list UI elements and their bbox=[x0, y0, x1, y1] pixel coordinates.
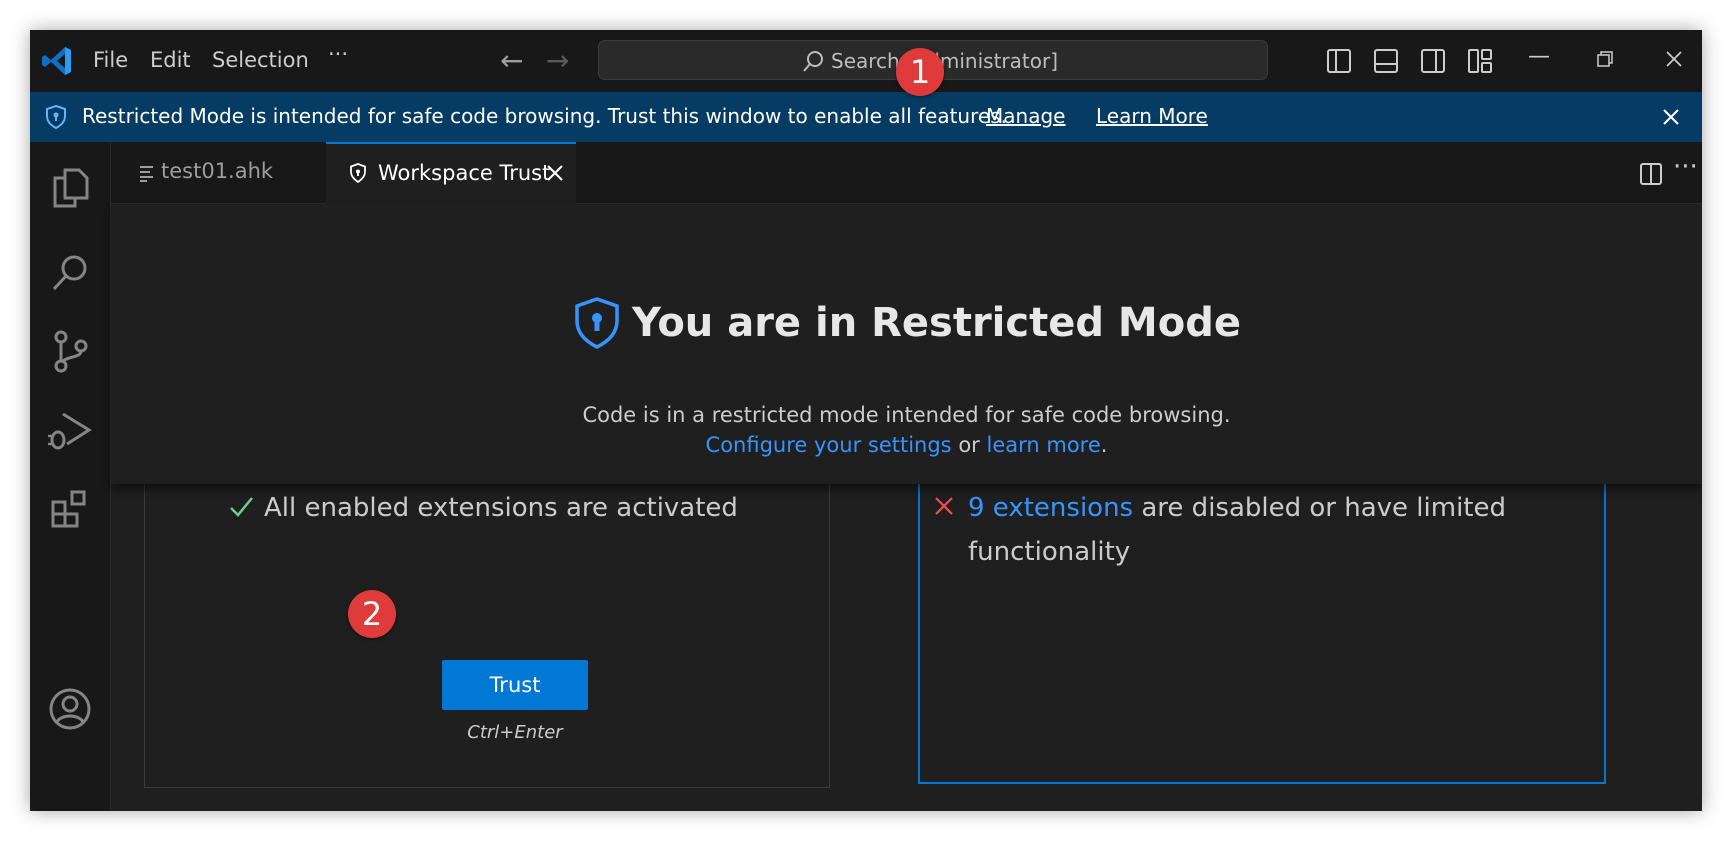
trusted-feature: All enabled extensions are activated bbox=[264, 493, 738, 523]
trust-shortcut: Ctrl+Enter bbox=[467, 722, 563, 743]
restricted-feature-text-2: functionality bbox=[968, 537, 1131, 567]
toggle-sidebar-icon[interactable] bbox=[1326, 48, 1352, 74]
split-editor-icon[interactable] bbox=[1639, 162, 1663, 186]
check-icon bbox=[230, 497, 253, 517]
toggle-secondary-sidebar-icon[interactable] bbox=[1420, 48, 1446, 74]
configure-settings-link[interactable]: Configure your settings bbox=[706, 433, 952, 457]
editor-tab-bar: test01.ahk Workspace Trust ··· bbox=[111, 142, 1702, 204]
menu-more[interactable]: ··· bbox=[328, 42, 348, 66]
restricted-feature: 9 extensions are disabled or have limite… bbox=[968, 486, 1506, 574]
close-tab-icon[interactable] bbox=[546, 164, 564, 182]
extensions-link[interactable]: 9 extensions bbox=[968, 493, 1133, 523]
page-title: You are in Restricted Mode bbox=[111, 297, 1702, 349]
tab-test01-ahk[interactable]: test01.ahk bbox=[111, 142, 325, 204]
learn-more-link[interactable]: Learn More bbox=[1096, 104, 1208, 128]
search-view-icon[interactable] bbox=[45, 248, 95, 298]
title-bar: File Edit Selection ··· ← → Search [Admi… bbox=[30, 30, 1702, 92]
title-text: You are in Restricted Mode bbox=[632, 300, 1241, 346]
tab-workspace-trust[interactable]: Workspace Trust bbox=[326, 142, 576, 204]
minimize-icon[interactable]: — bbox=[1528, 44, 1550, 69]
period: . bbox=[1100, 433, 1108, 457]
customize-layout-icon[interactable] bbox=[1467, 48, 1493, 74]
or-text: or bbox=[958, 433, 980, 457]
search-icon bbox=[803, 51, 823, 72]
description-line: Code is in a restricted mode intended fo… bbox=[582, 403, 1231, 427]
shield-lock-icon bbox=[575, 297, 619, 349]
vscode-window: File Edit Selection ··· ← → Search [Admi… bbox=[30, 30, 1702, 811]
learn-more-link[interactable]: learn more bbox=[986, 433, 1100, 457]
restricted-feature-text: are disabled or have limited bbox=[1141, 493, 1506, 523]
back-arrow-icon[interactable]: ← bbox=[500, 44, 523, 77]
source-control-icon[interactable] bbox=[45, 326, 95, 376]
annotation-badge-1: 1 bbox=[896, 48, 944, 96]
search-label: Search [Administrator] bbox=[831, 49, 1059, 73]
page-description: Code is in a restricted mode intended fo… bbox=[111, 400, 1702, 460]
restore-icon[interactable] bbox=[1596, 50, 1614, 68]
trust-button[interactable]: Trust bbox=[442, 660, 588, 710]
activity-bar bbox=[30, 142, 111, 811]
extensions-icon[interactable] bbox=[45, 484, 95, 534]
lines-icon bbox=[140, 166, 153, 182]
restricted-mode-banner: Restricted Mode is intended for safe cod… bbox=[30, 92, 1702, 142]
explorer-icon[interactable] bbox=[45, 162, 95, 212]
shield-icon bbox=[46, 104, 66, 130]
close-window-icon[interactable] bbox=[1665, 50, 1683, 68]
forward-arrow-icon[interactable]: → bbox=[546, 44, 569, 77]
tab-label: test01.ahk bbox=[161, 159, 274, 183]
trust-header: You are in Restricted Mode Code is in a … bbox=[111, 204, 1702, 484]
menu-edit[interactable]: Edit bbox=[150, 48, 191, 72]
menu-selection[interactable]: Selection bbox=[212, 48, 309, 72]
toggle-panel-icon[interactable] bbox=[1373, 48, 1399, 74]
shield-icon bbox=[350, 163, 366, 184]
x-icon bbox=[935, 497, 953, 515]
vscode-logo-icon bbox=[42, 47, 71, 75]
annotation-badge-2: 2 bbox=[348, 590, 396, 638]
more-actions-icon[interactable]: ··· bbox=[1673, 152, 1698, 182]
menu-file[interactable]: File bbox=[93, 48, 128, 72]
run-debug-icon[interactable] bbox=[45, 406, 95, 456]
account-icon[interactable] bbox=[45, 684, 95, 734]
banner-message: Restricted Mode is intended for safe cod… bbox=[82, 104, 1007, 128]
tab-label: Workspace Trust bbox=[378, 161, 551, 185]
close-banner-icon[interactable] bbox=[1662, 108, 1680, 126]
manage-link[interactable]: Manage bbox=[986, 104, 1065, 128]
